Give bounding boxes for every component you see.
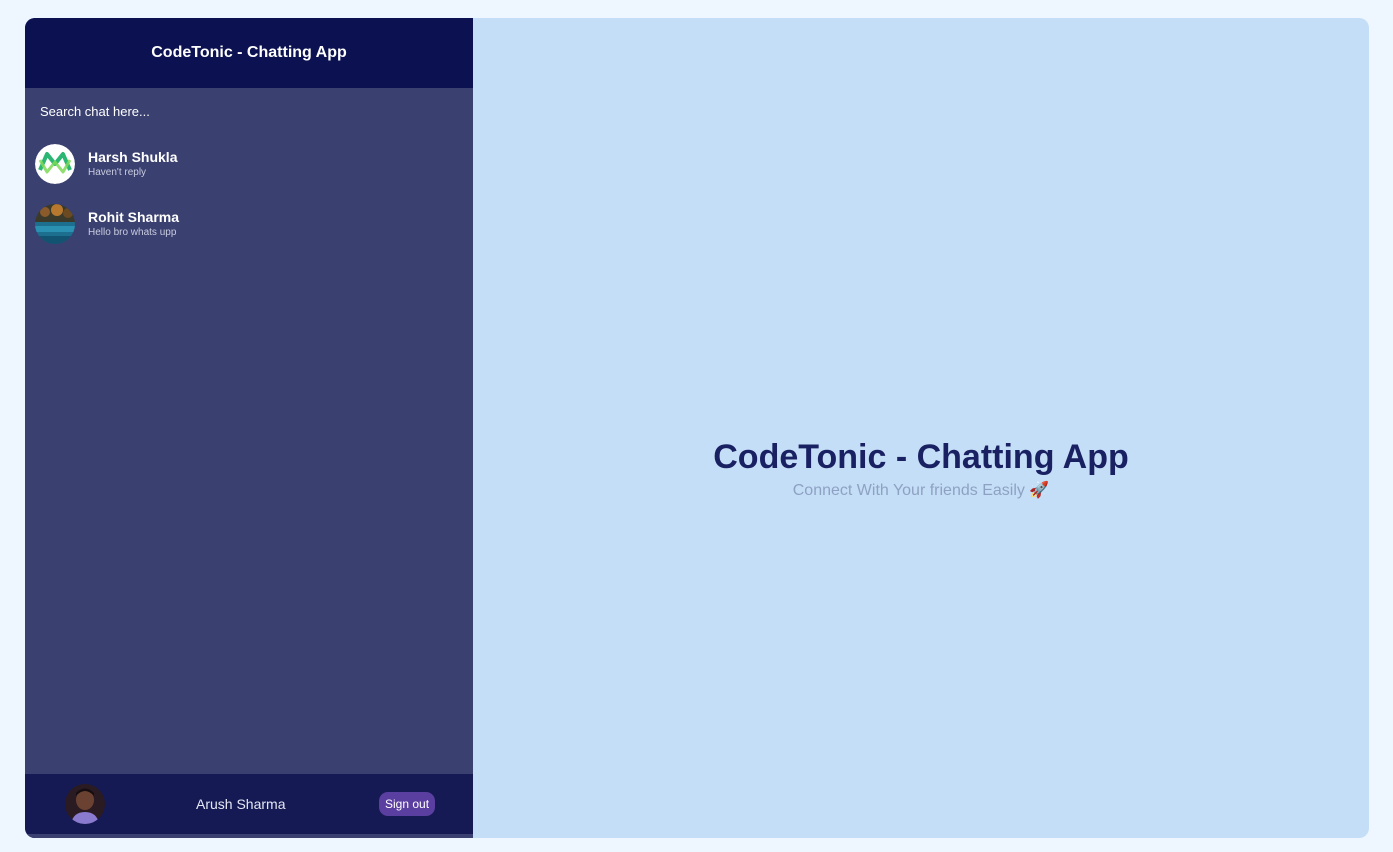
- avatar: [35, 204, 75, 244]
- welcome-message: CodeTonic - Chatting App Connect With Yo…: [473, 436, 1369, 504]
- user-avatar[interactable]: [65, 784, 105, 824]
- main-panel: CodeTonic - Chatting App Connect With Yo…: [473, 18, 1369, 838]
- chat-last-message: Hello bro whats upp: [88, 227, 177, 238]
- green-m-logo-icon: [35, 144, 75, 184]
- chat-item-rohit-sharma[interactable]: Rohit Sharma Hello bro whats upp: [25, 194, 473, 254]
- welcome-title: CodeTonic - Chatting App: [713, 438, 1129, 476]
- chat-last-message: Haven't reply: [88, 167, 147, 178]
- sidebar: CodeTonic - Chatting App Search chat her…: [25, 18, 473, 838]
- chat-name: Harsh Shukla: [88, 149, 178, 165]
- chat-list: Harsh Shukla Haven't reply Rohit Sharma …: [25, 134, 473, 254]
- current-user-name: Arush Sharma: [196, 796, 286, 812]
- user-footer: Arush Sharma Sign out: [25, 774, 473, 838]
- sidebar-title: CodeTonic - Chatting App: [25, 18, 473, 88]
- chat-text: Harsh Shukla Haven't reply: [88, 149, 177, 179]
- chat-app-window: CodeTonic - Chatting App Search chat her…: [25, 18, 1369, 838]
- chat-item-harsh-shukla[interactable]: Harsh Shukla Haven't reply: [25, 134, 473, 194]
- avatar: [35, 144, 75, 184]
- chat-text: Rohit Sharma Hello bro whats upp: [88, 209, 179, 239]
- chat-name: Rohit Sharma: [88, 209, 180, 225]
- user-photo-avatar: [65, 784, 105, 824]
- sign-out-button[interactable]: Sign out: [379, 792, 436, 816]
- landscape-photo-avatar: [35, 204, 75, 244]
- search-placeholder: Search chat here...: [40, 103, 150, 119]
- welcome-subtitle: Connect With Your friends Easily 🚀: [792, 482, 1050, 499]
- search-input[interactable]: Search chat here...: [25, 88, 473, 134]
